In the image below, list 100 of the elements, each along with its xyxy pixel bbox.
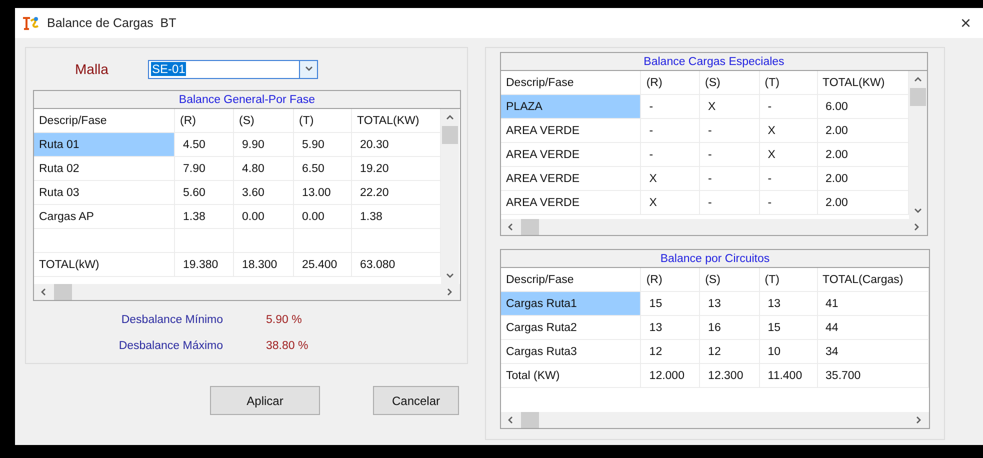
caret-down-icon[interactable] <box>446 272 454 280</box>
desbalance-value: 38.80 % <box>265 340 308 352</box>
table-cell: 18.300 <box>234 253 294 277</box>
table-cell: Total (KW) <box>501 364 642 388</box>
table-cell: Cargas Ruta2 <box>501 316 642 340</box>
table-cell: 44 <box>818 316 929 340</box>
table-cell: - <box>700 119 760 143</box>
table-cell: PLAZA <box>501 95 642 119</box>
malla-dropdown[interactable]: SE-01 <box>148 60 318 78</box>
vertical-scrollbar[interactable] <box>909 71 927 219</box>
scrollbar-thumb[interactable] <box>521 412 539 428</box>
table-cell: 0.00 <box>234 205 294 229</box>
table-cell: 6.50 <box>294 157 352 181</box>
table-cell: 11.400 <box>760 364 818 388</box>
table-cell: 16 <box>700 316 760 340</box>
arrow-right-icon[interactable] <box>446 288 454 296</box>
cancel-button[interactable]: Cancelar <box>373 386 459 415</box>
scrollbar-thumb[interactable] <box>521 219 539 235</box>
table-cell: - <box>641 119 700 143</box>
table-cell: Ruta 02 <box>34 157 175 181</box>
table-cell: - <box>641 143 700 167</box>
table-cell: 12 <box>641 340 700 364</box>
desbalance-label: Desbalance Mínimo <box>120 314 223 326</box>
arrow-left-icon[interactable] <box>507 416 515 424</box>
table-cell: 12 <box>700 340 760 364</box>
scrollbar-thumb[interactable] <box>54 284 72 300</box>
table-cell: 3.60 <box>234 181 294 205</box>
column-header[interactable]: (R) <box>641 71 700 95</box>
scrollbar-thumb[interactable] <box>910 88 926 106</box>
caret-down-icon[interactable] <box>304 65 312 73</box>
column-header[interactable]: TOTAL(Cargas) <box>818 268 929 292</box>
table-cell: 5.60 <box>175 181 234 205</box>
horizontal-scrollbar[interactable] <box>34 284 460 300</box>
table-cell: X <box>641 167 700 191</box>
table-cell: 41 <box>818 292 929 316</box>
column-header[interactable]: (R) <box>641 268 700 292</box>
table-cell: AREA VERDE <box>501 167 642 191</box>
table-cell: 5.90 <box>294 133 352 157</box>
horizontal-scrollbar[interactable] <box>501 412 929 428</box>
desbalance-value: 5.90 % <box>265 314 302 326</box>
table-cell: - <box>760 167 818 191</box>
column-header[interactable]: (R) <box>175 109 234 133</box>
caret-up-icon[interactable] <box>446 114 454 122</box>
table-cell: - <box>760 95 818 119</box>
table-caption: Balance por Circuitos <box>500 249 930 268</box>
table-caption: Balance General-Por Fase <box>33 90 461 109</box>
table-cell: 19.380 <box>175 253 234 277</box>
table-cell: - <box>700 167 760 191</box>
table-cell: 12.000 <box>641 364 700 388</box>
window-title: Balance de Cargas BT <box>47 16 178 30</box>
table-caption: Balance Cargas Especiales <box>500 52 928 71</box>
vertical-scrollbar[interactable] <box>441 109 459 284</box>
table-cell: 13 <box>760 292 818 316</box>
table-cell: Cargas AP <box>34 205 175 229</box>
table-cell: Ruta 01 <box>34 133 175 157</box>
desbalance-label: Desbalance Máximo <box>118 340 223 352</box>
scrollbar-thumb[interactable] <box>442 126 458 144</box>
column-header[interactable]: (S) <box>234 109 294 133</box>
table-cell: Cargas Ruta3 <box>501 340 642 364</box>
table-cell: 13.00 <box>294 181 352 205</box>
table-cell: 12.300 <box>700 364 760 388</box>
column-header[interactable]: (S) <box>700 268 760 292</box>
table-cell: 13 <box>700 292 760 316</box>
table-cell: 34 <box>818 340 929 364</box>
column-header[interactable]: (S) <box>700 71 760 95</box>
close-button[interactable]: × <box>956 12 975 34</box>
caret-down-icon[interactable] <box>914 206 922 214</box>
table-cell: 15 <box>641 292 700 316</box>
caret-up-icon[interactable] <box>914 76 922 84</box>
table-cell: 9.90 <box>234 133 294 157</box>
table-cell: 13 <box>641 316 700 340</box>
table-cell: AREA VERDE <box>501 143 642 167</box>
arrow-left-icon[interactable] <box>40 288 48 296</box>
table-cell: AREA VERDE <box>501 191 642 215</box>
table-cell: 35.700 <box>818 364 929 388</box>
table-cell: - <box>760 191 818 215</box>
horizontal-scrollbar[interactable] <box>501 219 927 235</box>
column-header[interactable]: (T) <box>760 268 818 292</box>
table-cell: - <box>700 143 760 167</box>
table-cell: 10 <box>760 340 818 364</box>
table-cell: X <box>760 119 818 143</box>
table-cell: - <box>641 95 700 119</box>
arrow-right-icon[interactable] <box>915 416 923 424</box>
table-cell: - <box>700 191 760 215</box>
table-cell: 1.38 <box>175 205 234 229</box>
arrow-right-icon[interactable] <box>913 223 921 231</box>
apply-button[interactable]: Aplicar <box>210 386 320 415</box>
table-cell: Ruta 03 <box>34 181 175 205</box>
table-cell: X <box>641 191 700 215</box>
column-header[interactable]: (T) <box>760 71 818 95</box>
table-cell: TOTAL(kW) <box>34 253 175 277</box>
table-cell: 4.50 <box>175 133 234 157</box>
arrow-left-icon[interactable] <box>507 223 515 231</box>
table-cell: 25.400 <box>294 253 352 277</box>
table-cell: 0.00 <box>294 205 352 229</box>
table-cell: X <box>760 143 818 167</box>
table-cell: 15 <box>760 316 818 340</box>
column-header[interactable]: (T) <box>294 109 352 133</box>
table-cell: 4.80 <box>234 157 294 181</box>
table-cell: Cargas Ruta1 <box>501 292 642 316</box>
